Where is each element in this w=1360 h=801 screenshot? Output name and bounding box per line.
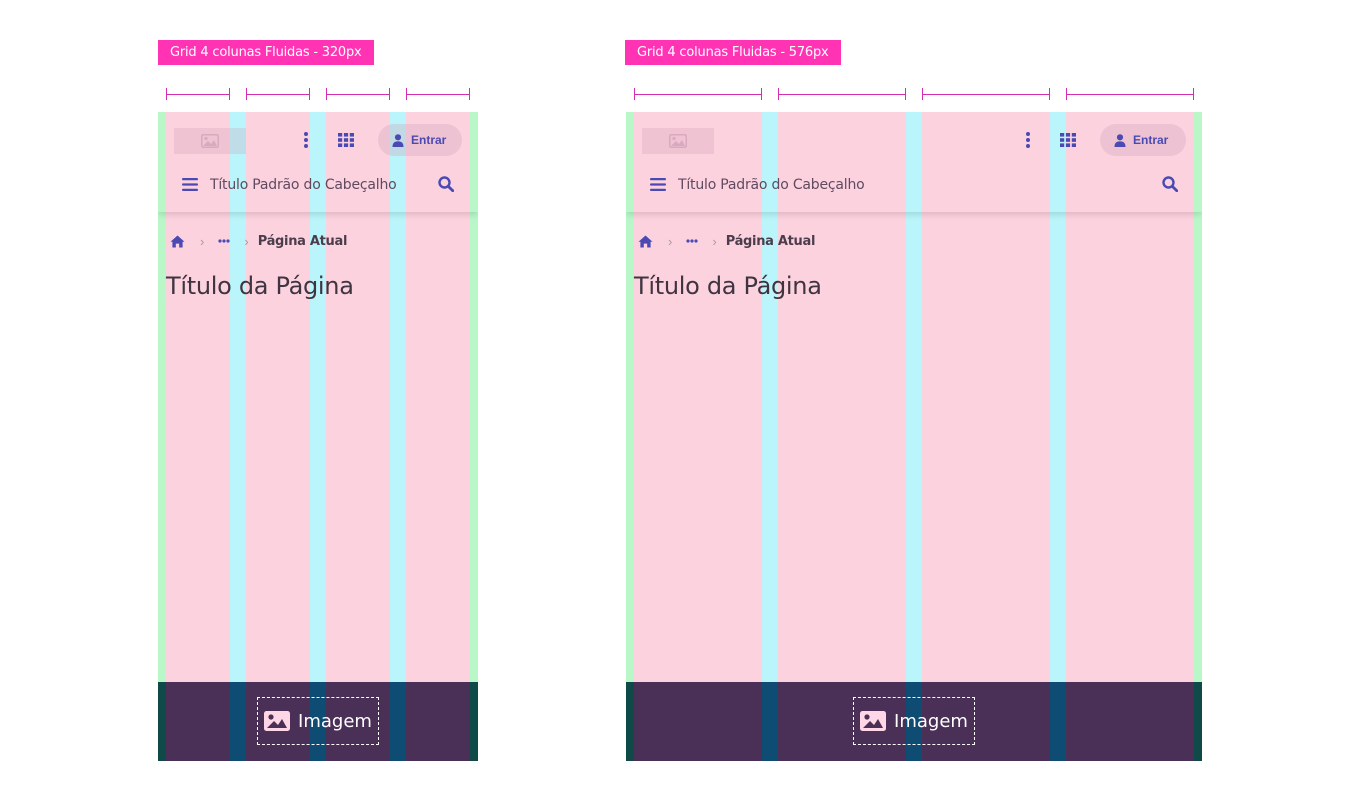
header-title: Título Padrão do Cabeçalho: [678, 177, 865, 193]
grid-gutter: [762, 682, 778, 761]
chevron-right-icon: ›: [668, 233, 673, 249]
ellipsis-icon: [686, 239, 698, 243]
footer: Imagem: [158, 682, 478, 761]
kebab-menu-icon: [1026, 132, 1030, 148]
kebab-menu-icon: [304, 132, 308, 148]
header-menu-row: Título Padrão do Cabeçalho: [626, 168, 1202, 200]
user-icon: [392, 133, 404, 147]
breadcrumb: › › Página Atual: [170, 230, 347, 252]
image-icon: [201, 134, 219, 148]
image-placeholder: Imagem: [853, 697, 975, 745]
grid-gutter: [1050, 682, 1066, 761]
chevron-right-icon: ›: [712, 233, 717, 249]
search-icon: [1162, 176, 1178, 192]
breadcrumb-ellipsis[interactable]: [218, 239, 232, 243]
image-icon: [264, 711, 291, 731]
column-measure: [406, 88, 470, 100]
login-button[interactable]: Entrar: [378, 124, 462, 156]
home-icon: [638, 235, 653, 247]
menu-button[interactable]: [648, 176, 668, 192]
header: Entrar Título Padrão do Cabeçalho: [158, 112, 478, 212]
apps-button[interactable]: [336, 131, 356, 149]
grid-margin: [626, 682, 634, 761]
image-placeholder: Imagem: [257, 697, 379, 745]
logo-placeholder[interactable]: [174, 128, 246, 154]
image-icon: [669, 134, 687, 148]
column-measure: [246, 88, 310, 100]
column-measure: [778, 88, 906, 100]
mobile-frame: Entrar Título Padrão do Cabeçalho › › Pá…: [626, 112, 1202, 761]
header-menu-row: Título Padrão do Cabeçalho: [158, 168, 478, 200]
home-link[interactable]: [170, 235, 186, 248]
menu-button[interactable]: [180, 176, 200, 192]
image-label: Imagem: [298, 710, 372, 732]
grid-gutter: [230, 682, 246, 761]
image-icon: [860, 711, 887, 731]
grid-apps-icon: [338, 133, 354, 147]
more-options-button[interactable]: [1020, 130, 1036, 150]
grid-gutter: [390, 682, 406, 761]
apps-button[interactable]: [1058, 131, 1078, 149]
search-button[interactable]: [1160, 175, 1180, 193]
page-title: Título da Página: [634, 272, 822, 300]
hamburger-menu-icon: [182, 177, 198, 191]
chevron-right-icon: ›: [200, 233, 205, 249]
grid-margin: [470, 682, 478, 761]
chevron-right-icon: ›: [244, 233, 249, 249]
search-icon: [438, 176, 454, 192]
hamburger-menu-icon: [650, 177, 666, 191]
image-label: Imagem: [894, 710, 968, 732]
mobile-frame: Entrar Título Padrão do Cabeçalho › › Pá…: [158, 112, 478, 761]
more-options-button[interactable]: [298, 130, 314, 150]
grid-margin: [1194, 682, 1202, 761]
login-button[interactable]: Entrar: [1100, 124, 1186, 156]
breadcrumb-ellipsis[interactable]: [686, 239, 700, 243]
header-title: Título Padrão do Cabeçalho: [210, 177, 397, 193]
home-link[interactable]: [638, 235, 654, 248]
breadcrumb-current: Página Atual: [257, 233, 348, 249]
login-label: Entrar: [411, 133, 447, 147]
grid-apps-icon: [1060, 133, 1076, 147]
logo-placeholder[interactable]: [642, 128, 714, 154]
column-measure: [922, 88, 1050, 100]
user-icon: [1114, 133, 1126, 147]
breadcrumb-current: Página Atual: [725, 233, 816, 249]
grid-tag: Grid 4 colunas Fluidas - 320px: [158, 40, 374, 65]
ellipsis-icon: [218, 239, 230, 243]
breadcrumb: › › Página Atual: [638, 230, 815, 252]
footer: Imagem: [626, 682, 1202, 761]
grid-margin: [158, 682, 166, 761]
column-measure: [634, 88, 762, 100]
page-title: Título da Página: [166, 272, 354, 300]
column-measure: [326, 88, 390, 100]
column-measure: [1066, 88, 1194, 100]
grid-tag: Grid 4 colunas Fluidas - 576px: [625, 40, 841, 65]
login-label: Entrar: [1133, 133, 1169, 147]
header: Entrar Título Padrão do Cabeçalho: [626, 112, 1202, 212]
column-measure: [166, 88, 230, 100]
home-icon: [170, 235, 185, 247]
search-button[interactable]: [436, 175, 456, 193]
